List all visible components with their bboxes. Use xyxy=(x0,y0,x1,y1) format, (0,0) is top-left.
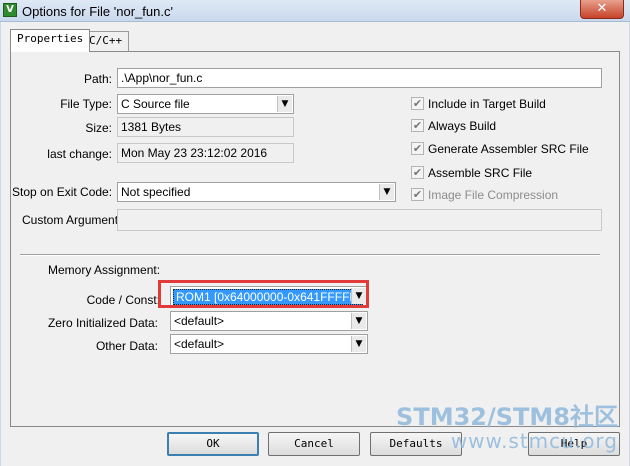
window-title: Options for File 'nor_fun.c' xyxy=(22,4,173,19)
assemble-src-label: Assemble SRC File xyxy=(428,166,533,180)
code-const-value: ROM1 [0x64000000-0x641FFFFF] xyxy=(173,289,364,305)
include-build-label: Include in Target Build xyxy=(428,97,546,111)
image-compression-checkbox: ✔ xyxy=(411,188,424,201)
chevron-down-icon[interactable]: ▼ xyxy=(351,336,366,352)
file-type-value: C Source file xyxy=(121,97,190,111)
chevron-down-icon[interactable]: ▼ xyxy=(277,96,292,112)
stop-on-exit-value: Not specified xyxy=(121,185,191,199)
other-data-dropdown[interactable]: <default> ▼ xyxy=(170,334,368,354)
stop-on-exit-dropdown[interactable]: Not specified ▼ xyxy=(117,182,396,202)
last-change-value: Mon May 23 23:12:02 2016 xyxy=(117,143,294,163)
watermark-line2: www.stmcu.org xyxy=(450,429,618,453)
generate-asm-label: Generate Assembler SRC File xyxy=(428,142,589,156)
generate-asm-checkbox[interactable]: ✔ xyxy=(411,142,424,155)
size-label: Size: xyxy=(85,121,112,135)
path-field[interactable]: .\App\nor_fun.c xyxy=(117,68,602,88)
other-data-value: <default> xyxy=(174,337,225,351)
file-type-label: File Type: xyxy=(60,97,112,111)
stop-on-exit-label: Stop on Exit Code: xyxy=(12,185,113,199)
code-const-dropdown[interactable]: ROM1 [0x64000000-0x641FFFFF] ▼ xyxy=(170,286,368,306)
custom-args-field xyxy=(117,209,602,231)
app-icon: V xyxy=(3,3,17,17)
custom-args-label: Custom Arguments: xyxy=(22,213,128,227)
last-change-label: last change: xyxy=(47,147,112,161)
zero-init-label: Zero Initialized Data: xyxy=(47,316,158,330)
memory-assignment-heading: Memory Assignment: xyxy=(48,263,161,277)
always-build-label: Always Build xyxy=(428,119,497,133)
watermark-line1: STM32/STM8社区 xyxy=(396,403,618,431)
section-divider xyxy=(20,254,600,256)
file-type-dropdown[interactable]: C Source file ▼ xyxy=(117,94,294,114)
always-build-checkbox[interactable]: ✔ xyxy=(411,119,424,132)
tab-properties[interactable]: Properties xyxy=(10,29,91,52)
title-bar: V Options for File 'nor_fun.c' ✕ xyxy=(0,0,630,22)
code-const-label: Code / Const: xyxy=(86,293,160,307)
image-compression-label: Image File Compression xyxy=(428,188,559,202)
assemble-src-checkbox[interactable]: ✔ xyxy=(411,166,424,179)
cancel-button[interactable]: Cancel xyxy=(268,432,360,456)
ok-button[interactable]: OK xyxy=(167,432,259,456)
path-label: Path: xyxy=(83,72,112,86)
watermark: STM32/STM8社区 www.stmcu.org xyxy=(396,405,618,453)
close-button[interactable]: ✕ xyxy=(580,0,624,19)
zero-init-value: <default> xyxy=(174,314,225,328)
chevron-down-icon[interactable]: ▼ xyxy=(351,313,366,329)
chevron-down-icon[interactable]: ▼ xyxy=(379,184,394,200)
include-build-checkbox[interactable]: ✔ xyxy=(411,97,424,110)
other-data-label: Other Data: xyxy=(95,339,158,353)
size-value: 1381 Bytes xyxy=(117,117,294,137)
zero-init-dropdown[interactable]: <default> ▼ xyxy=(170,311,368,331)
chevron-down-icon[interactable]: ▼ xyxy=(351,288,366,304)
